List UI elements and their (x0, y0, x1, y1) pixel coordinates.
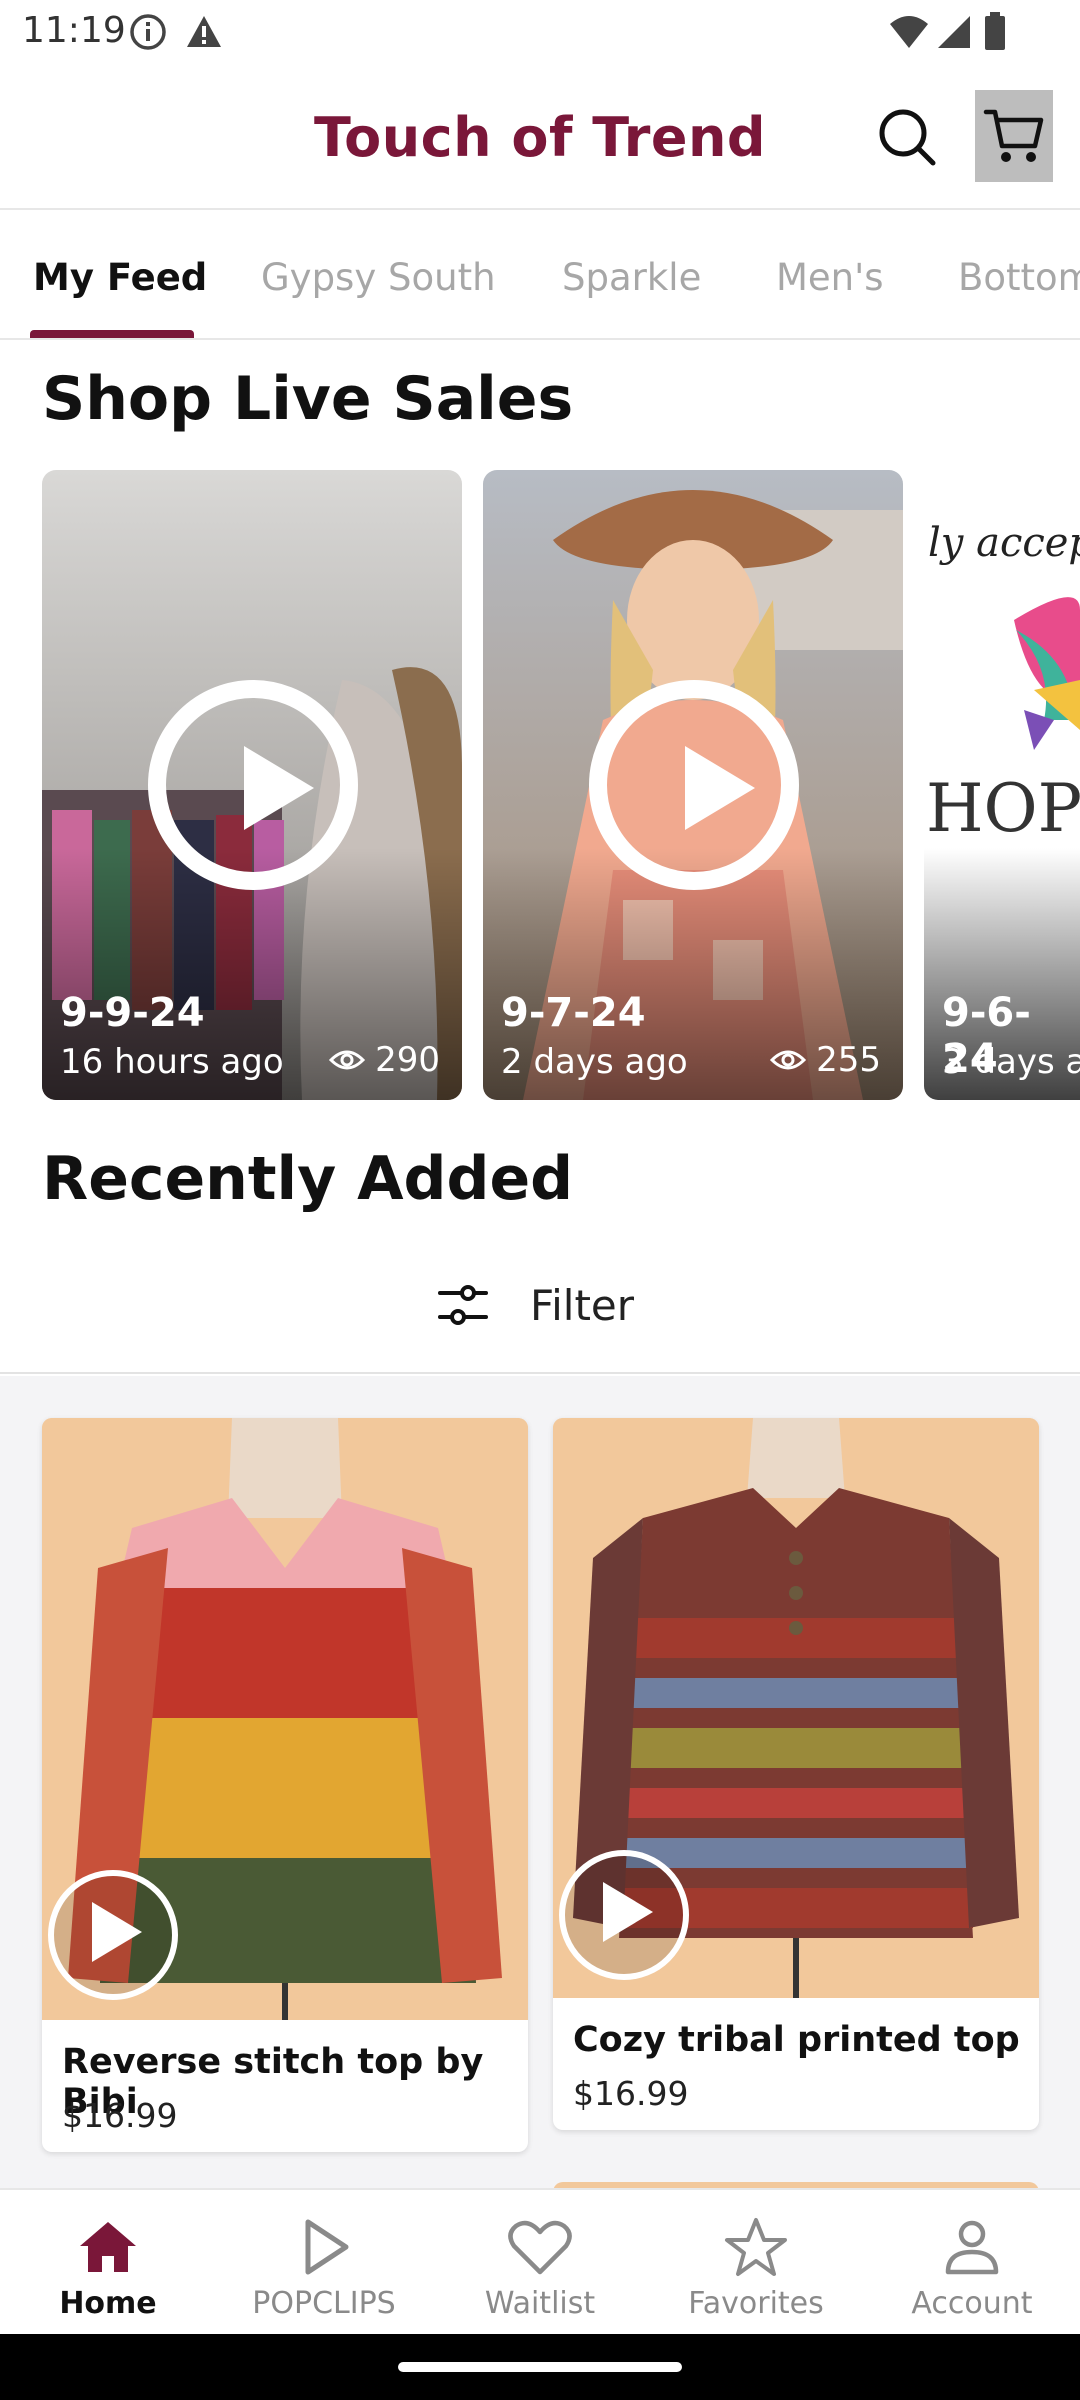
info-icon (130, 14, 166, 50)
tab-bottoms[interactable]: Bottoms (958, 256, 1080, 299)
product-play-button[interactable] (559, 1850, 689, 1980)
live-sale-card[interactable]: 9-7-24 2 days ago 255 (483, 470, 903, 1100)
person-icon (945, 2220, 999, 2275)
live-sale-time-ago: 16 hours ago (60, 1042, 284, 1082)
live-sale-date: 9-7-24 (501, 990, 646, 1036)
play-icon (92, 1902, 142, 1962)
tab-my-feed[interactable]: My Feed (33, 256, 207, 299)
nav-popclips-label: POPCLIPS (252, 2286, 396, 2321)
heart-icon (508, 2220, 572, 2275)
play-button[interactable] (589, 680, 799, 890)
category-tabs: My Feed Gypsy South Sparkle Men's Bottom… (0, 212, 1080, 340)
recently-added-title: Recently Added (42, 1144, 574, 1214)
product-card[interactable]: Reverse stitch top by Bibi $16.99 (42, 1418, 528, 2152)
active-tab-indicator (30, 330, 194, 338)
play-icon (603, 1882, 653, 1942)
app-header: Touch of Trend (0, 64, 1080, 210)
product-price: $16.99 (573, 2074, 689, 2113)
nav-favorites[interactable]: Favorites (648, 2190, 864, 2336)
eye-icon (770, 1050, 807, 1070)
overlay-script-text: ly accep (928, 520, 1080, 566)
wifi-icon (890, 16, 928, 48)
nav-account[interactable]: Account (864, 2190, 1080, 2336)
filter-sliders-icon (438, 1285, 488, 1325)
product-grid: Reverse stitch top by Bibi $16.99 Cozy t… (0, 1376, 1080, 2188)
nav-home[interactable]: Home (0, 2190, 216, 2336)
live-sale-card[interactable]: 9-9-24 16 hours ago 290 (42, 470, 462, 1100)
product-price: $16.99 (62, 2096, 178, 2135)
signal-icon (938, 16, 970, 48)
nav-favorites-label: Favorites (688, 2286, 824, 2321)
product-card[interactable]: Cozy tribal printed top $16.99 (553, 1418, 1039, 2130)
bottom-nav: Home POPCLIPS Waitlist Favorites Account (0, 2188, 1080, 2334)
search-button[interactable] (876, 106, 938, 168)
play-button[interactable] (148, 680, 358, 890)
view-count-value: 290 (375, 1040, 440, 1080)
status-time: 11:19 (22, 10, 126, 51)
search-icon (879, 109, 936, 166)
warning-icon (187, 16, 221, 47)
nav-waitlist-label: Waitlist (484, 2286, 596, 2321)
live-sale-date: 9-9-24 (60, 990, 205, 1036)
status-bar: 11:19 (0, 0, 1080, 64)
product-play-button[interactable] (48, 1870, 178, 2000)
eye-icon (329, 1050, 366, 1070)
live-sale-card[interactable]: ly accep HOP 9-6-24 3 days ago (924, 470, 1080, 1100)
product-name: Cozy tribal printed top (573, 2020, 1020, 2060)
view-count-value: 255 (816, 1040, 881, 1080)
nav-popclips[interactable]: POPCLIPS (216, 2190, 432, 2336)
overlay-shop-text: HOP (926, 770, 1080, 847)
play-outline-icon (305, 2219, 349, 2275)
gesture-bar (0, 2334, 1080, 2400)
live-sale-time-ago: 2 days ago (501, 1042, 688, 1082)
nav-waitlist[interactable]: Waitlist (432, 2190, 648, 2336)
cart-button[interactable] (975, 90, 1053, 182)
view-count: 290 (329, 1040, 440, 1080)
star-icon (725, 2218, 787, 2276)
view-count: 255 (770, 1040, 881, 1080)
live-sale-time-ago: 3 days ago (942, 1042, 1080, 1082)
home-icon (80, 2222, 136, 2272)
nav-account-label: Account (911, 2286, 1033, 2321)
tab-sparkle[interactable]: Sparkle (562, 256, 701, 299)
play-icon (244, 746, 314, 830)
filter-button[interactable]: Filter (438, 1270, 634, 1340)
tab-gypsy-south[interactable]: Gypsy South (261, 256, 496, 299)
cart-icon (983, 109, 1044, 162)
filter-row: Filter (0, 1240, 1080, 1374)
play-icon (685, 746, 755, 830)
home-gesture-handle[interactable] (398, 2362, 682, 2372)
live-sales-title: Shop Live Sales (42, 364, 574, 434)
tab-mens[interactable]: Men's (776, 256, 884, 299)
nav-home-label: Home (59, 2286, 157, 2321)
product-image (42, 1418, 528, 2020)
product-image (553, 1418, 1039, 1998)
filter-label: Filter (530, 1280, 635, 1330)
battery-icon (985, 12, 1005, 50)
